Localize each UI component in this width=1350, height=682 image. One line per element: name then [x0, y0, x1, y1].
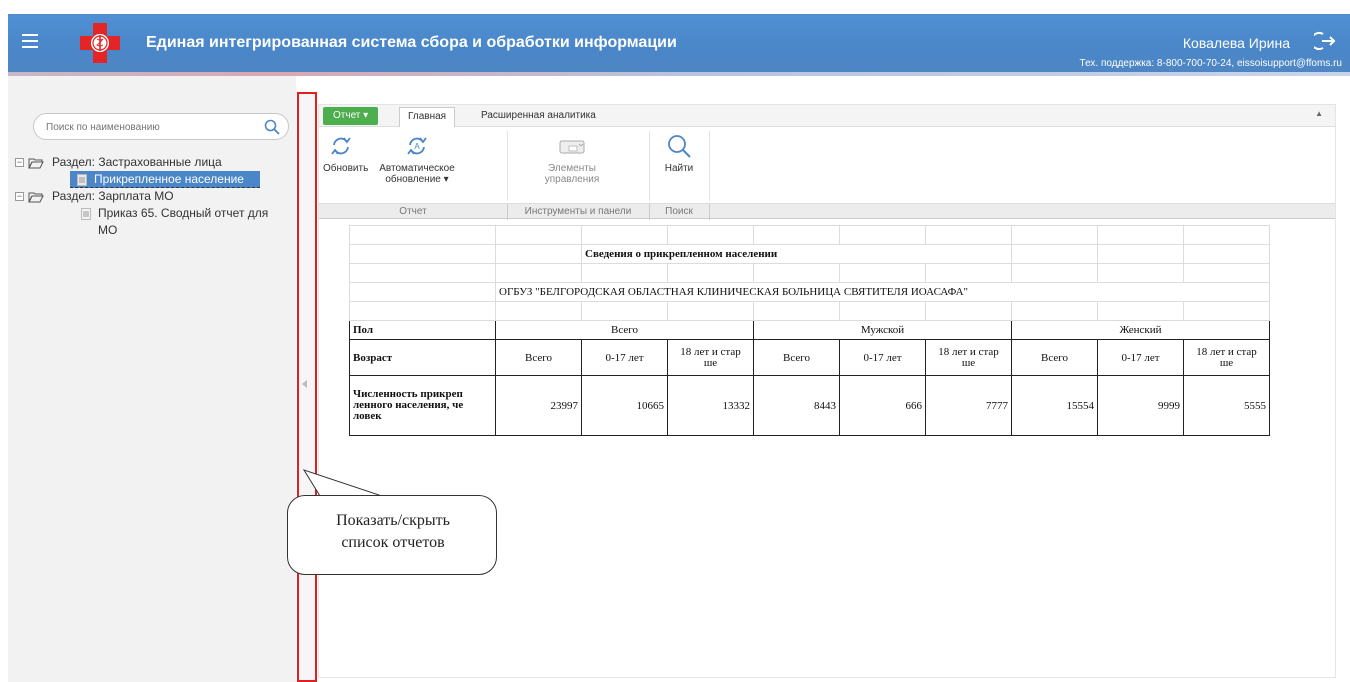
row-header-age: Возраст — [349, 339, 496, 376]
search-input[interactable] — [46, 120, 246, 134]
value-total-0-17: 10665 — [581, 375, 668, 436]
row-header-count: Численность прикреп ленного населения, че… — [349, 375, 496, 436]
support-info: Тех. поддержка: 8-800-700-70-24, eissois… — [1079, 58, 1342, 69]
app-title: Единая интегрированная система сбора и о… — [146, 34, 677, 51]
report-tree: − Раздел: Застрахованные лица Прикреплен… — [8, 154, 296, 239]
tree-item-attached-population[interactable]: Прикрепленное население — [70, 171, 260, 188]
col-header-0-17: 0-17 лет — [581, 339, 668, 376]
find-button[interactable]: Найти — [659, 133, 699, 174]
group-header-male: Мужской — [753, 320, 1012, 340]
report-table: Сведения о прикрепленном населении ОГБУЗ… — [349, 225, 1270, 436]
col-header-18-plus: 18 лет и стар ше — [925, 339, 1012, 376]
value-total-all: 23997 — [495, 375, 582, 436]
value-female-0-17: 9999 — [1097, 375, 1184, 436]
folder-open-icon — [28, 158, 44, 169]
tree-item-label: Приказ 65. Сводный отчет для МО — [98, 206, 269, 237]
col-header-total: Всего — [495, 339, 582, 376]
group-label-tools: Инструменты и панели — [524, 206, 632, 217]
group-header-total: Всего — [495, 320, 754, 340]
ribbon-tabbar: Отчет ▾ Главная Расширенная аналитика ▲ — [319, 105, 1335, 127]
search-box[interactable] — [33, 113, 289, 140]
tree-section-salary[interactable]: − Раздел: Зарплата МО — [8, 188, 296, 205]
ribbon-group-labels: Отчет Инструменты и панели Поиск — [319, 203, 1335, 220]
refresh-button[interactable]: Обновить — [323, 133, 368, 174]
value-male-18-plus: 7777 — [925, 375, 1012, 436]
user-name[interactable]: Ковалева Ирина — [1183, 35, 1290, 51]
search-icon[interactable] — [264, 119, 280, 135]
app-header: Единая интегрированная система сбора и о… — [8, 14, 1350, 76]
tree-item-order-65[interactable]: Приказ 65. Сводный отчет для МО — [8, 205, 296, 239]
svg-text:A: A — [414, 142, 420, 151]
report-menu-button[interactable]: Отчет ▾ — [323, 107, 379, 125]
callout-text: Показать/скрыть список отчетов — [336, 512, 450, 551]
document-icon — [77, 174, 87, 186]
callout-pointer — [302, 469, 383, 497]
col-header-total: Всего — [1011, 339, 1098, 376]
magnifier-icon — [668, 135, 691, 158]
red-cross-logo — [80, 23, 120, 63]
value-total-18-plus: 13332 — [667, 375, 754, 436]
value-male-all: 8443 — [753, 375, 840, 436]
tree-section-label: Раздел: Застрахованные лица — [52, 155, 222, 169]
tab-analytics[interactable]: Расширенная аналитика — [481, 107, 596, 127]
logout-icon[interactable] — [1314, 31, 1336, 51]
col-header-total: Всего — [753, 339, 840, 376]
document-icon — [81, 208, 91, 220]
ribbon-collapse-icon[interactable]: ▲ — [1315, 109, 1323, 118]
controls-button[interactable]: Элементы управления — [529, 133, 615, 185]
tab-main[interactable]: Главная — [399, 107, 456, 127]
col-header-18-plus: 18 лет и стар ше — [667, 339, 754, 376]
value-female-18-plus: 5555 — [1183, 375, 1270, 436]
group-label-search: Поиск — [665, 206, 693, 217]
value-male-0-17: 666 — [839, 375, 926, 436]
ribbon: Обновить A Автоматическое обновление ▾ Эл… — [319, 127, 1335, 220]
row-header-sex: Пол — [349, 320, 496, 340]
report-viewer: Отчет ▾ Главная Расширенная аналитика ▲ … — [318, 104, 1336, 678]
refresh-icon — [331, 137, 351, 155]
menu-icon[interactable] — [22, 34, 38, 48]
controls-icon — [559, 140, 585, 154]
value-female-all: 15554 — [1011, 375, 1098, 436]
report-title: Сведения о прикрепленном населении — [581, 244, 1012, 264]
tree-section-insured[interactable]: − Раздел: Застрахованные лица — [8, 154, 296, 171]
collapse-icon[interactable]: − — [15, 158, 24, 167]
col-header-0-17: 0-17 лет — [839, 339, 926, 376]
collapse-icon[interactable]: − — [15, 192, 24, 201]
sidebar-toggle-splitter[interactable] — [297, 92, 317, 682]
report-sheet: Сведения о прикрепленном населении ОГБУЗ… — [349, 225, 1270, 436]
organization-name: ОГБУЗ "БЕЛГОРОДСКАЯ ОБЛАСТНАЯ КЛИНИЧЕСКА… — [495, 282, 1270, 302]
col-header-0-17: 0-17 лет — [1097, 339, 1184, 376]
collapse-arrow-icon[interactable] — [302, 380, 307, 388]
tree-section-label: Раздел: Зарплата МО — [52, 189, 174, 203]
tree-item-label: Прикрепленное население — [94, 172, 244, 186]
col-header-18-plus: 18 лет и стар ше — [1183, 339, 1270, 376]
auto-refresh-icon: A — [407, 137, 427, 155]
group-header-female: Женский — [1011, 320, 1270, 340]
callout-hint: Показать/скрыть список отчетов — [287, 495, 497, 575]
auto-refresh-button[interactable]: A Автоматическое обновление ▾ — [379, 133, 455, 185]
report-sidebar: − Раздел: Застрахованные лица Прикреплен… — [8, 76, 296, 682]
folder-open-icon — [28, 192, 44, 203]
group-label-report: Отчет — [399, 206, 427, 217]
